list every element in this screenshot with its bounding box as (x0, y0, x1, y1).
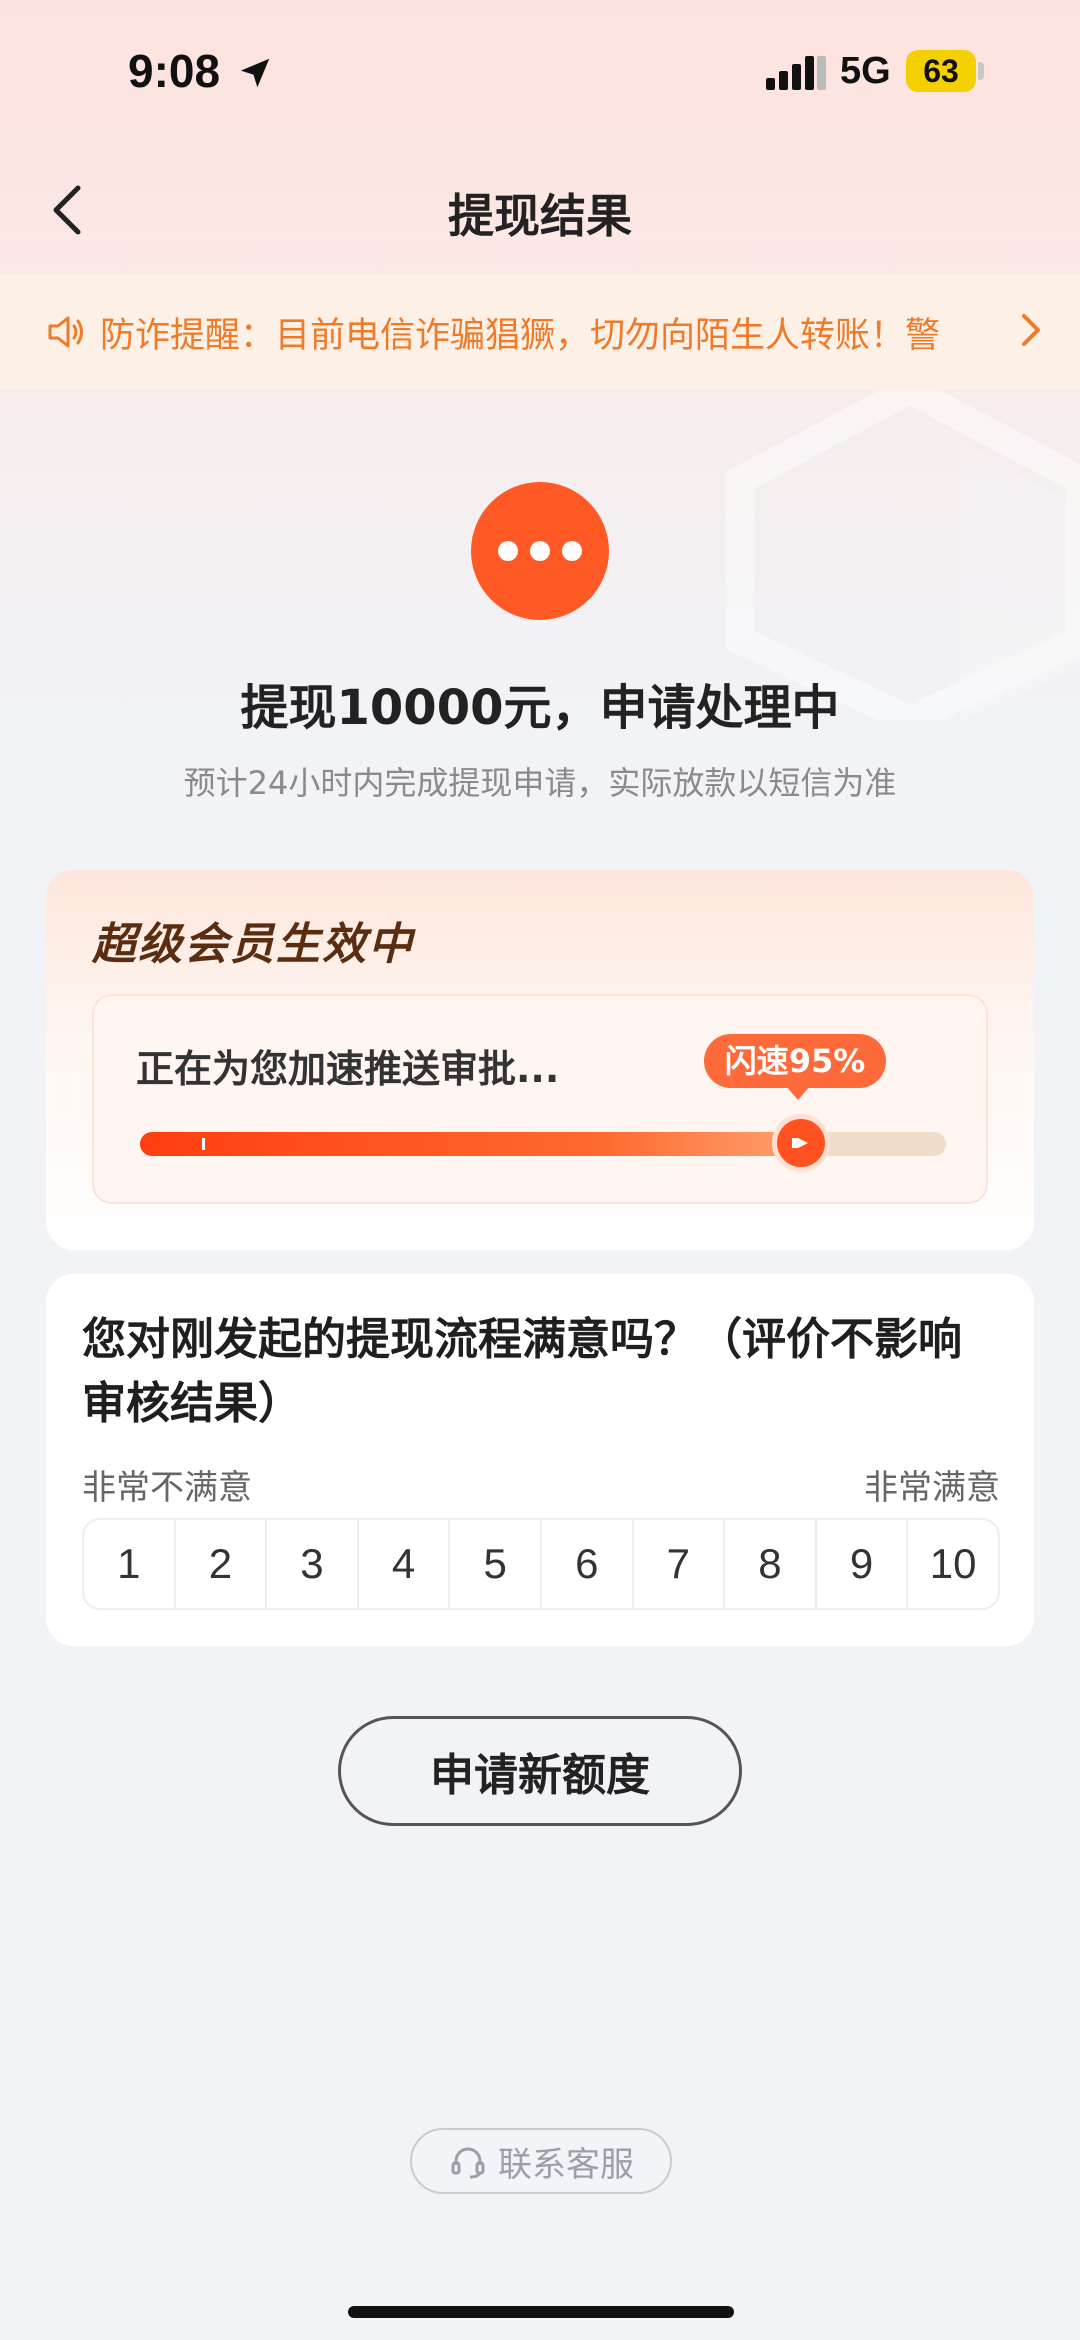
speed-badge-pointer (786, 1086, 810, 1100)
rating-option-7[interactable]: 7 (634, 1520, 726, 1608)
progress-track (140, 1114, 946, 1172)
dot (562, 541, 582, 561)
apply-new-credit-button[interactable]: 申请新额度 (338, 1716, 742, 1826)
result-subtitle: 预计24小时内完成提现申请，实际放款以短信为准 (183, 764, 897, 802)
approval-progress-box: 正在为您加速推送审批... 闪速95% (92, 994, 988, 1204)
progress-fill (140, 1132, 801, 1156)
satisfaction-rating-card: 您对刚发起的提现流程满意吗？（评价不影响审核结果） 非常不满意 非常满意 1 2… (46, 1274, 1034, 1646)
location-arrow-icon (240, 58, 270, 88)
chevron-right-icon (1022, 314, 1040, 346)
progress-tick (202, 1138, 205, 1150)
rating-option-2[interactable]: 2 (176, 1520, 268, 1608)
rating-option-3[interactable]: 3 (267, 1520, 359, 1608)
navigation-bar: 提现结果 (0, 150, 1080, 270)
rating-question: 您对刚发起的提现流程满意吗？（评价不影响审核结果） (82, 1314, 962, 1429)
super-member-card: 超级会员生效中 正在为您加速推送审批... 闪速95% (46, 870, 1034, 1250)
status-time: 9:08 (128, 45, 221, 97)
dot (530, 541, 550, 561)
rating-option-10[interactable]: 10 (908, 1520, 998, 1608)
processing-status-icon (471, 482, 609, 620)
contact-support-label: 联系客服 (498, 2144, 634, 2185)
status-bar: 9:08 5G 63 (0, 0, 1080, 140)
progress-knob-icon (771, 1114, 830, 1172)
rating-option-8[interactable]: 8 (725, 1520, 817, 1608)
result-title: 提现10000元，申请处理中 (240, 680, 840, 736)
speaker-icon (48, 316, 83, 348)
rating-option-6[interactable]: 6 (542, 1520, 634, 1608)
rating-option-5[interactable]: 5 (450, 1520, 542, 1608)
rating-scale: 1 2 3 4 5 6 7 8 9 10 (82, 1518, 1000, 1610)
battery-tip (978, 62, 984, 80)
rating-high-label: 非常满意 (864, 1468, 1000, 1508)
rating-low-label: 非常不满意 (82, 1468, 252, 1508)
notice-text: 防诈提醒：目前电信诈骗猖獗，切勿向陌生人转账！警 (100, 315, 941, 356)
signal-strength-icon (766, 56, 826, 90)
rating-option-4[interactable]: 4 (359, 1520, 451, 1608)
home-indicator (348, 2306, 734, 2318)
rating-option-9[interactable]: 9 (817, 1520, 909, 1608)
rating-option-1[interactable]: 1 (84, 1520, 176, 1608)
dot (498, 541, 518, 561)
headset-icon (451, 2147, 485, 2179)
speed-badge: 闪速95% (704, 1034, 886, 1088)
progress-text: 正在为您加速推送审批... (136, 1047, 560, 1091)
contact-support-button[interactable]: 联系客服 (410, 2128, 672, 2194)
play-icon (791, 1138, 808, 1148)
anti-fraud-notice[interactable]: 防诈提醒：目前电信诈骗猖獗，切勿向陌生人转账！警 (0, 274, 1080, 390)
network-type: 5G (840, 50, 891, 92)
page-title: 提现结果 (448, 189, 632, 243)
battery-level: 63 (906, 50, 976, 92)
member-title: 超级会员生效中 (92, 919, 414, 970)
